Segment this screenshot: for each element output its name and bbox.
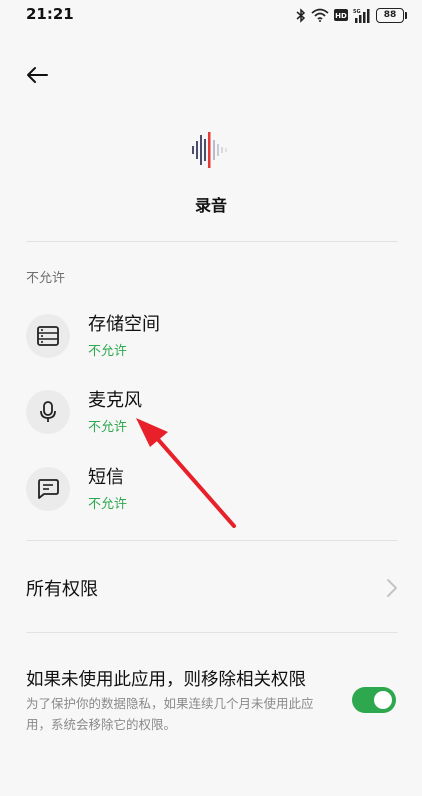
status-bar: 21:21 HD 5G 88 xyxy=(0,0,422,30)
permission-label: 存储空间 xyxy=(88,314,160,335)
battery-icon: 88 xyxy=(376,7,407,23)
divider xyxy=(26,632,398,633)
section-header-denied: 不允许 xyxy=(26,271,66,286)
permission-item-microphone[interactable]: 麦克风 不允许 xyxy=(0,382,422,446)
svg-text:HD: HD xyxy=(335,12,347,20)
divider xyxy=(26,540,398,541)
microphone-icon xyxy=(26,390,70,434)
permission-status: 不允许 xyxy=(88,420,128,435)
permission-status: 不允许 xyxy=(88,497,128,512)
permission-item-sms[interactable]: 短信 不允许 xyxy=(0,459,422,523)
hd-icon: HD xyxy=(334,9,348,21)
message-icon xyxy=(26,467,70,511)
toggle-knob xyxy=(374,691,392,709)
permission-item-storage[interactable]: 存储空间 不允许 xyxy=(0,306,422,370)
auto-remove-description: 为了保护你的数据隐私，如果连续几个月未使用此应用，系统会移除它的权限。 xyxy=(26,696,314,732)
voice-waveform-icon xyxy=(192,132,227,168)
permission-label: 短信 xyxy=(88,467,124,488)
auto-remove-toggle[interactable] xyxy=(352,687,396,713)
cellular-5g-icon: 5G xyxy=(353,8,370,23)
all-permissions-label: 所有权限 xyxy=(26,579,98,600)
bluetooth-icon xyxy=(296,7,306,23)
permission-label: 麦克风 xyxy=(88,390,142,411)
wifi-icon xyxy=(311,8,329,22)
svg-text:5G: 5G xyxy=(353,9,361,15)
permission-status: 不允许 xyxy=(88,344,128,359)
divider xyxy=(26,241,398,242)
storage-icon xyxy=(26,314,70,358)
back-button[interactable] xyxy=(22,60,52,90)
all-permissions-item[interactable]: 所有权限 xyxy=(0,560,422,616)
status-time: 21:21 xyxy=(26,5,74,23)
chevron-right-icon xyxy=(387,579,397,597)
status-icons: HD 5G 88 xyxy=(296,6,407,24)
back-arrow-icon xyxy=(27,67,48,83)
auto-remove-title: 如果未使用此应用，则移除相关权限 xyxy=(26,670,306,690)
app-name: 录音 xyxy=(194,196,227,215)
